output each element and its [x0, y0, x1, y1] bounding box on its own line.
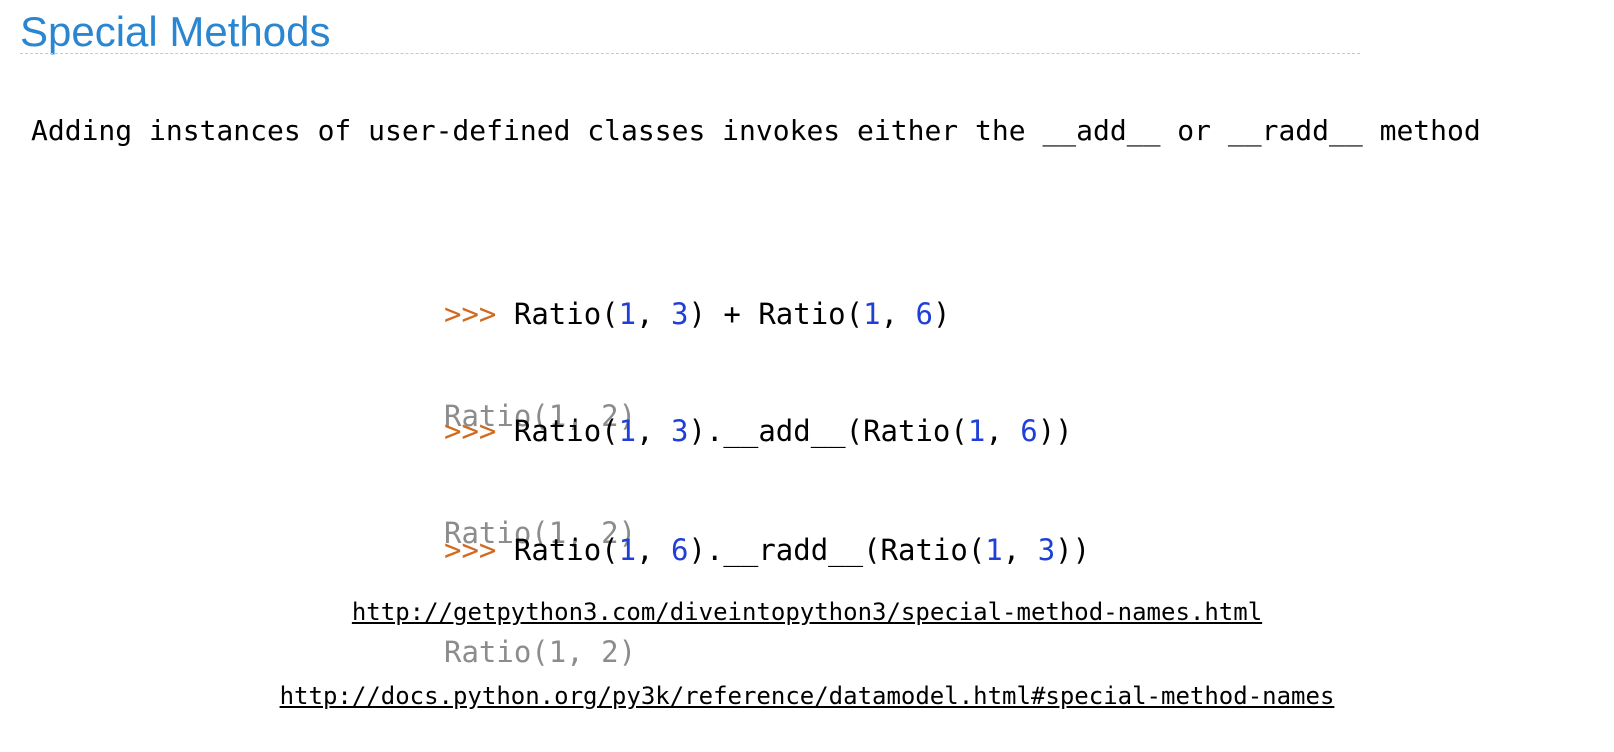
code-input-line: >>> Ratio(1, 3) + Ratio(1, 6) [444, 297, 950, 331]
intro-text: Adding instances of user-defined classes… [31, 114, 1481, 147]
code-token: ) [932, 297, 951, 331]
code-token: , [636, 414, 672, 448]
code-input: Ratio(1, 3).__add__(Ratio(1, 6)) [514, 414, 1073, 448]
code-token: ).__add__(Ratio( [688, 414, 968, 448]
code-token: )) [1055, 533, 1091, 567]
code-token: ).__radd__(Ratio( [688, 533, 986, 567]
code-number: 6 [915, 297, 933, 331]
code-token: Ratio( [513, 297, 619, 331]
code-token: )) [1037, 414, 1073, 448]
code-token: , [1002, 533, 1038, 567]
slide-title: Special Methods [20, 8, 331, 55]
code-example-3: >>> Ratio(1, 6).__radd__(Ratio(1, 3)) Ra… [444, 465, 1090, 703]
code-number: 6 [1020, 414, 1038, 448]
link-getpython3[interactable]: http://getpython3.com/diveintopython3/sp… [0, 596, 1614, 628]
code-number: 1 [618, 297, 637, 331]
code-number: 6 [671, 533, 689, 567]
code-output: Ratio(1, 2) [444, 635, 637, 669]
code-number: 1 [618, 414, 637, 448]
code-input-line: >>> Ratio(1, 3).__add__(Ratio(1, 6)) [444, 414, 1073, 448]
code-input: Ratio(1, 6).__radd__(Ratio(1, 3)) [514, 533, 1090, 567]
code-token: Ratio( [513, 414, 619, 448]
code-number: 3 [1037, 533, 1056, 567]
link-python-docs[interactable]: http://docs.python.org/py3k/reference/da… [0, 680, 1614, 712]
code-input: Ratio(1, 3) + Ratio(1, 6) [514, 297, 951, 331]
title-divider [20, 53, 1360, 54]
code-token: ) + Ratio( [688, 297, 864, 331]
code-number: 1 [618, 533, 637, 567]
code-number: 1 [863, 297, 881, 331]
code-input-line: >>> Ratio(1, 6).__radd__(Ratio(1, 3)) [444, 533, 1090, 567]
code-token: , [880, 297, 916, 331]
code-token: , [636, 533, 672, 567]
code-number: 3 [671, 297, 689, 331]
code-number: 1 [967, 414, 986, 448]
prompt-symbol: >>> [444, 297, 497, 331]
prompt-symbol: >>> [444, 414, 497, 448]
code-number: 3 [671, 414, 689, 448]
code-token: Ratio( [513, 533, 619, 567]
code-number: 1 [985, 533, 1003, 567]
prompt-symbol: >>> [444, 533, 497, 567]
code-token: , [985, 414, 1021, 448]
code-token: , [636, 297, 672, 331]
